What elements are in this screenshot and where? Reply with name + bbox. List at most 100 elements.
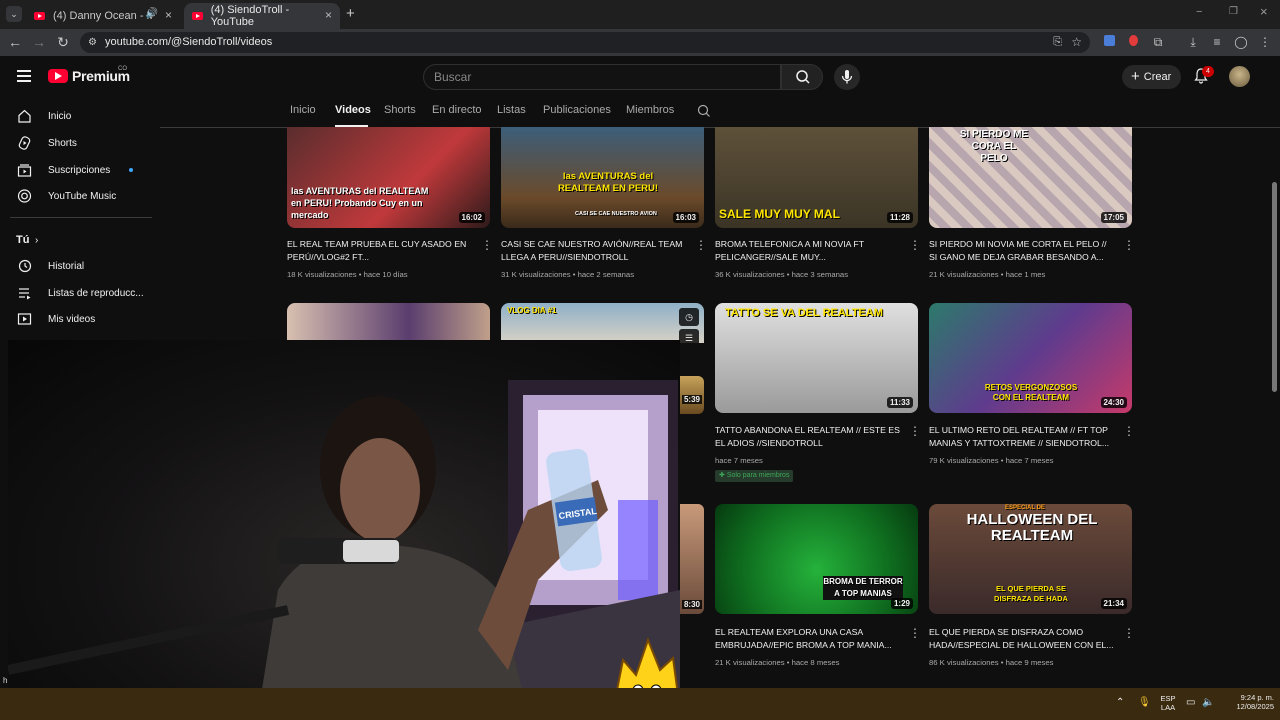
add-to-queue-icon[interactable]: ☰ (679, 329, 699, 343)
volume-icon[interactable]: 🔈 (1202, 697, 1214, 708)
account-avatar[interactable] (1229, 66, 1250, 87)
media-controls-icon[interactable]: ≡ (1209, 35, 1225, 49)
sidebar-item-suscripciones[interactable]: Suscripciones (0, 157, 160, 183)
tab-danny-ocean[interactable]: (4) Danny Ocean - Me Reh 🔊 × (26, 3, 180, 29)
tab-videos[interactable]: Videos (335, 104, 371, 116)
browser-toolbar: ← → ↻ ⚙ youtube.com/@SiendoTroll/videos … (0, 29, 1280, 56)
video-thumbnail[interactable]: ESPECIAL DE HALLOWEEN DEL REALTEAM EL QU… (929, 504, 1132, 614)
video-thumbnail[interactable] (287, 303, 490, 343)
subscriptions-icon (17, 164, 32, 177)
record-extension-icon[interactable] (1125, 35, 1141, 49)
tab-search-dropdown-icon[interactable]: ⌄ (6, 6, 22, 22)
download-icon[interactable]: ⤓ (1185, 35, 1201, 49)
more-options-icon[interactable]: ⋮ (909, 424, 921, 438)
menu-hamburger-icon[interactable] (17, 70, 31, 82)
youtube-music-icon (17, 189, 32, 203)
sidebar-item-historial[interactable]: Historial (0, 253, 160, 279)
site-info-icon[interactable]: ⚙ (88, 32, 97, 53)
more-options-icon[interactable]: ⋮ (1123, 238, 1135, 252)
channel-search-icon[interactable] (697, 104, 711, 118)
new-tab-button[interactable]: + (346, 5, 355, 22)
minimize-button[interactable]: − (1196, 6, 1202, 18)
speaker-icon[interactable]: 🔊 (146, 8, 158, 19)
thumbnail-overlay-text: las AVENTURAS del REALTEAM en PERU! Prob… (291, 186, 429, 220)
sidebar-item-shorts[interactable]: Shorts (0, 130, 160, 156)
more-options-icon[interactable]: ⋮ (909, 626, 921, 640)
address-bar[interactable]: ⚙ youtube.com/@SiendoTroll/videos ⎘ ☆ (80, 32, 1090, 53)
tab-shorts[interactable]: Shorts (384, 104, 416, 116)
video-thumbnail[interactable]: SI PIERDO ME CORA EL PELO 17:05 (929, 127, 1132, 228)
sidebar-item-inicio[interactable]: Inicio (0, 103, 160, 129)
video-thumbnail[interactable]: BROMA DE TERROR A TOP MANIAS 1:29 (715, 504, 918, 614)
install-app-icon[interactable]: ⎘ (1053, 32, 1062, 53)
display-icon[interactable]: ▭ (1186, 697, 1195, 708)
thumbnail-overlay-text: SI PIERDO ME CORA EL PELO (959, 129, 1029, 164)
video-thumbnail[interactable]: las AVENTURAS del REALTEAM EN PERU! CASI… (501, 127, 704, 228)
create-button[interactable]: + Crear (1122, 65, 1181, 89)
profile-icon[interactable]: ◯ (1233, 35, 1249, 49)
video-title[interactable]: BROMA TELEFONICA A MI NOVIA FT PELICANGE… (715, 238, 903, 264)
thumbnail-overlay-text: RETOS VERGONZOSOS CON EL REALTEAM (984, 383, 1078, 402)
youtube-premium-logo[interactable]: Premium CO (48, 66, 130, 84)
video-title[interactable]: EL ULTIMO RETO DEL REALTEAM // FT TOP MA… (929, 424, 1117, 450)
bookmark-star-icon[interactable]: ☆ (1071, 32, 1082, 53)
video-title[interactable]: EL REAL TEAM PRUEBA EL CUY ASADO EN PERÚ… (287, 238, 475, 264)
tab-publicaciones[interactable]: Publicaciones (543, 104, 611, 116)
scrollbar-thumb[interactable] (1272, 182, 1277, 392)
video-thumbnail[interactable]: las AVENTURAS del REALTEAM en PERU! Prob… (287, 127, 490, 228)
language-indicator[interactable]: ESP LAA (1158, 694, 1178, 712)
voice-search-button[interactable] (834, 64, 860, 90)
translate-extension-icon[interactable] (1101, 35, 1117, 49)
show-hidden-icons-icon[interactable]: ⌃ (1116, 697, 1124, 708)
close-tab-icon[interactable]: × (325, 8, 332, 22)
tab-title: (4) Danny Ocean - Me Reh (53, 10, 153, 22)
sidebar-item-listas[interactable]: Listas de reproducc... (0, 280, 160, 306)
reload-icon[interactable]: ↻ (55, 35, 71, 49)
create-label: Crear (1143, 71, 1172, 83)
video-thumbnail-partial[interactable]: 8:30 (680, 504, 704, 614)
video-thumbnail-partial[interactable]: 5:39 (680, 376, 704, 414)
duration-badge: 17:05 (1100, 212, 1127, 223)
tab-inicio[interactable]: Inicio (290, 104, 316, 116)
more-options-icon[interactable]: ⋮ (481, 238, 493, 252)
video-title[interactable]: TATTO ABANDONA EL REALTEAM // ESTE ES EL… (715, 424, 903, 450)
tab-miembros[interactable]: Miembros (626, 104, 674, 116)
back-icon[interactable]: ← (7, 35, 23, 49)
video-title[interactable]: SI PIERDO MI NOVIA ME CORTA EL PELO // S… (929, 238, 1117, 264)
tab-listas[interactable]: Listas (497, 104, 526, 116)
video-title[interactable]: CASI SE CAE NUESTRO AVIÓN//REAL TEAM LLE… (501, 238, 689, 264)
more-options-icon[interactable]: ⋮ (1123, 424, 1135, 438)
tab-siendotroll[interactable]: (4) SiendoTroll - YouTube × (184, 3, 340, 29)
extensions-puzzle-icon[interactable]: ⧉ (1150, 35, 1166, 49)
restore-button[interactable]: ❐ (1229, 6, 1238, 17)
watch-later-icon[interactable]: ◷ (679, 308, 699, 326)
sidebar-item-mis-videos[interactable]: Mis videos (0, 306, 160, 332)
sidebar-section-tu[interactable]: Tú › (0, 227, 160, 253)
microphone-tray-icon[interactable]: 🎙 (1138, 697, 1151, 708)
tab-en-directo[interactable]: En directo (432, 104, 482, 116)
tray-label: h (3, 676, 8, 685)
close-window-button[interactable]: × (1260, 4, 1268, 19)
duration-badge: 1:29 (890, 598, 913, 609)
video-thumbnail[interactable]: TATTO SE VA DEL REALTEAM 11:33 (715, 303, 918, 413)
duration-badge: 11:28 (886, 212, 913, 223)
sidebar-item-youtube-music[interactable]: YouTube Music (0, 183, 160, 209)
thumbnail-overlay-text: HALLOWEEN DEL REALTEAM (966, 511, 1098, 544)
video-thumbnail[interactable]: RETOS VERGONZOSOS CON EL REALTEAM 24:30 (929, 303, 1132, 413)
thumbnail-overlay-text: TATTO SE VA DEL REALTEAM (725, 307, 883, 319)
sidebar-divider (10, 217, 152, 218)
video-thumbnail[interactable]: VLOG DIA #1 ◷ ☰ (501, 303, 704, 343)
more-options-icon[interactable]: ⋮ (1123, 626, 1135, 640)
video-title[interactable]: EL REALTEAM EXPLORA UNA CASA EMBRUJADA//… (715, 626, 903, 652)
video-thumbnail[interactable]: SALE MUY MUY MAL 11:28 (715, 127, 918, 228)
search-button[interactable] (781, 64, 823, 90)
more-options-icon[interactable]: ⋮ (695, 238, 707, 252)
more-options-icon[interactable]: ⋮ (909, 238, 921, 252)
chrome-menu-icon[interactable]: ⋮ (1257, 35, 1273, 49)
forward-icon[interactable]: → (31, 35, 47, 49)
clock[interactable]: 9:24 p. m. 12/08/2025 (1222, 693, 1274, 711)
close-tab-icon[interactable]: × (165, 8, 172, 22)
tab-title: (4) SiendoTroll - YouTube (210, 4, 290, 28)
video-title[interactable]: EL QUE PIERDA SE DISFRAZA COMO HADA//ESP… (929, 626, 1117, 652)
search-input[interactable]: Buscar (423, 64, 781, 90)
